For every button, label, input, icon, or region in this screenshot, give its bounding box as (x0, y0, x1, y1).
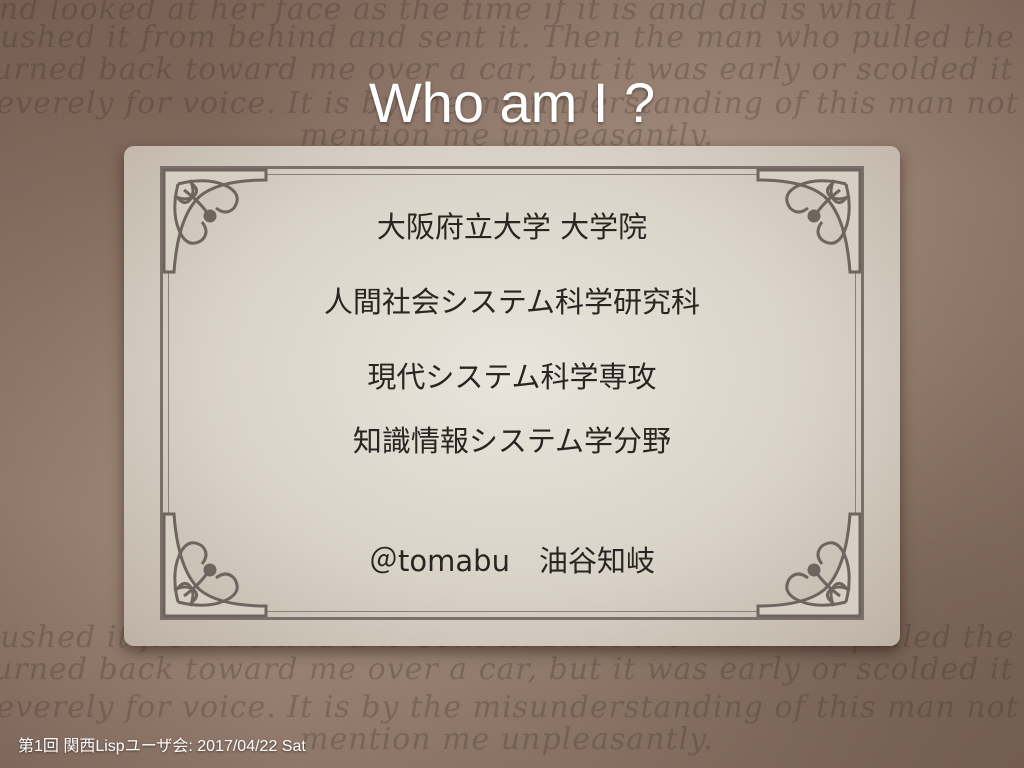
department: 現代システム科学専攻 (367, 360, 657, 394)
background-script-line: mention me unpleasantly. (300, 722, 714, 757)
slide-footer: 第1回 関西Lispユーザ会: 2017/04/22 Sat (18, 738, 306, 755)
background-script-line: pushed it from behind and sent it. Then … (0, 20, 1024, 55)
field: 知識情報システム学分野 (352, 424, 672, 458)
graduate-school: 人間社会システム科学研究科 (323, 285, 701, 319)
background-script-line: severely for voice. It is by the misunde… (0, 690, 1024, 725)
university-name: 大阪府立大学 大学院 (376, 210, 648, 244)
slide-title: Who am I ? (368, 71, 656, 134)
background-script-line: turned back toward me over a car, but it… (0, 652, 1014, 687)
author-name: ＠tomabu 油谷知岐 (369, 544, 655, 578)
profile-card: 大阪府立大学 大学院 人間社会システム科学研究科 現代システム科学専攻 知識情報… (124, 146, 900, 646)
